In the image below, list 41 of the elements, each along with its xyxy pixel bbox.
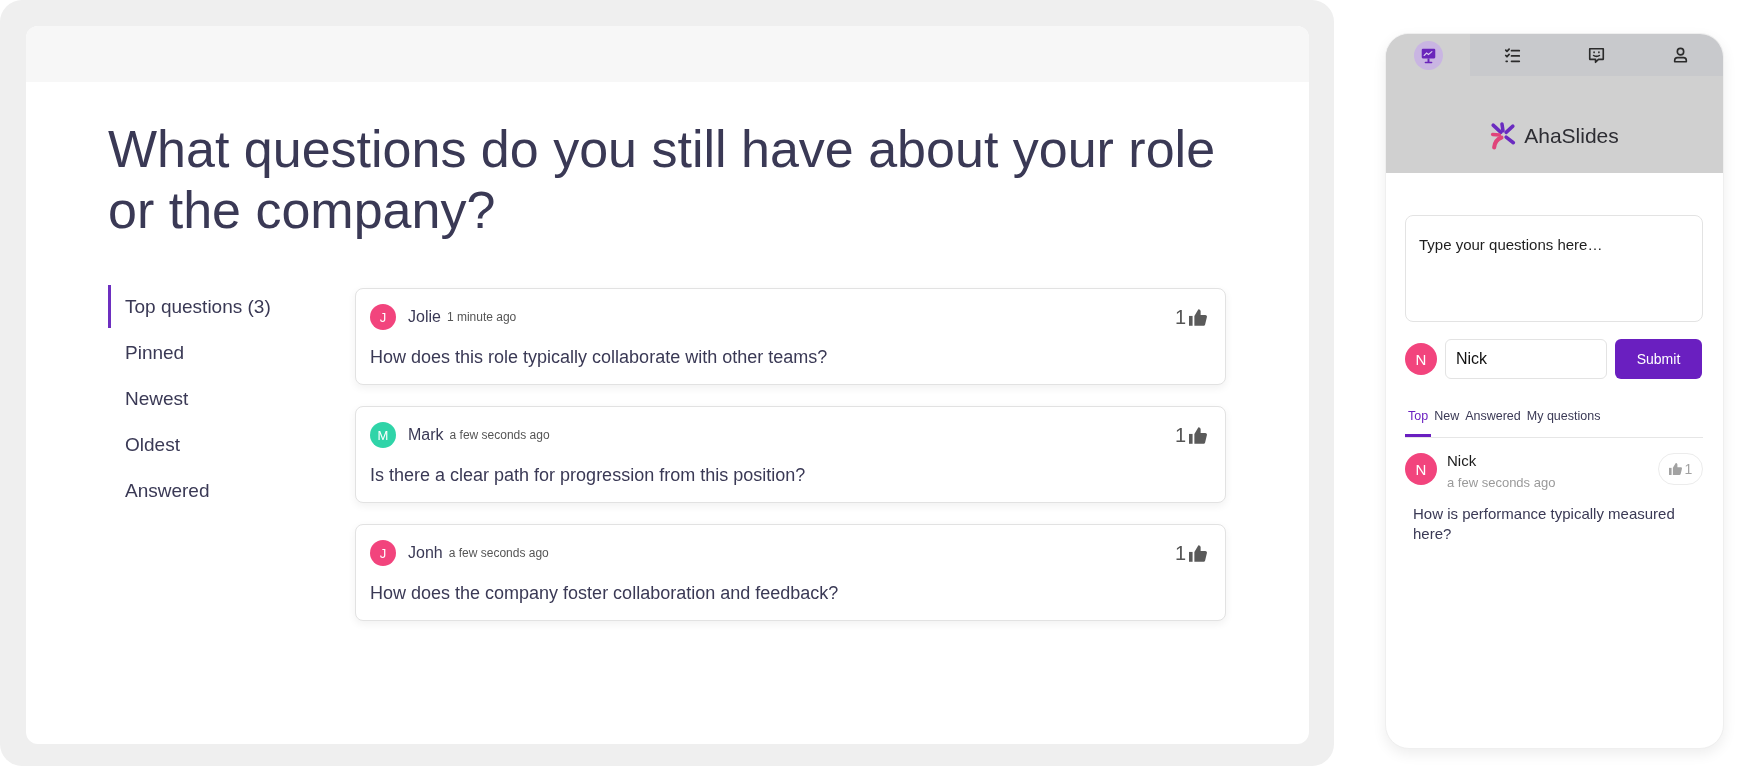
tab[interactable]: Answered [1462,409,1524,437]
timestamp: a few seconds ago [449,428,550,442]
submit-button[interactable]: Submit [1615,339,1702,379]
filter-tab[interactable]: Top questions (3) [108,285,281,328]
author-name: Nick [1447,453,1478,469]
like-count: 1 [1174,541,1186,565]
author-name: Jolie [408,308,441,326]
like-count: 1 [1174,423,1186,447]
avatar: N [1405,453,1437,485]
tab[interactable]: Top [1405,409,1432,437]
filter-tab[interactable]: Newest [108,377,199,420]
author-name: Mark [408,426,444,444]
brand-name: AhaSlides [1524,123,1619,148]
question-text: How does the company foster collaboration and feedback? [370,582,840,605]
slide-title: What questions do you still have about your role or the company? [108,119,1217,241]
thumbs-up-icon [1189,426,1207,444]
tab[interactable]: My questions [1523,409,1604,437]
avatar: J [370,540,396,566]
question-field[interactable]: Type your questions here… [1405,215,1703,322]
avatar: M [370,422,396,448]
filter-tab[interactable]: Oldest [108,423,190,466]
name-field[interactable]: Nick [1445,339,1607,379]
tab[interactable]: New [1431,409,1463,437]
thumbs-up-icon [1668,463,1682,475]
like-count: 1 [1174,305,1186,329]
question-text: How does this role typically collaborate with other teams? [370,346,829,369]
avatar: J [370,304,396,330]
author-name: Jonh [408,544,443,562]
avatar: N [1405,343,1437,375]
thumbs-up-icon [1189,308,1207,326]
question-text: How is performance typically measured here? [1412,504,1676,544]
timestamp: a few seconds ago [1447,475,1556,491]
timestamp: a few seconds ago [448,546,549,560]
thumbs-up-icon [1189,544,1207,562]
question-text: Is there a clear path for progression from this position? [370,464,807,487]
nav-tab[interactable] [1386,34,1471,76]
filter-tab[interactable]: Answered [108,469,220,512]
presentation-board-icon [1413,40,1443,70]
timestamp: 1 minute ago [446,310,517,324]
logo-icon [1490,121,1517,150]
filter-tab[interactable]: Pinned [108,331,195,374]
